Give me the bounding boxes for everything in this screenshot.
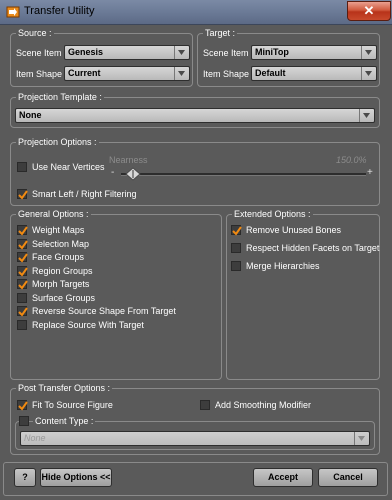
- option-checkbox[interactable]: [231, 225, 242, 236]
- option-checkbox[interactable]: [17, 238, 28, 250]
- option-label: Morph Targets: [32, 279, 90, 289]
- option-label: Selection Map: [32, 238, 90, 249]
- option-checkbox[interactable]: [17, 319, 27, 330]
- nearness-label: Nearness: [109, 155, 148, 165]
- smart-filtering-checkbox[interactable]: [17, 189, 28, 200]
- checkmark-icon: [18, 190, 28, 200]
- nearness-slider-handle[interactable]: [125, 167, 141, 181]
- help-button[interactable]: ?: [14, 468, 36, 487]
- option-label: Remove Unused Bones: [246, 225, 342, 235]
- target-scene-item-select[interactable]: MiniTop: [251, 45, 377, 60]
- close-button[interactable]: ✕: [347, 1, 391, 21]
- post-transfer-options-title: Post Transfer Options :: [16, 383, 113, 394]
- checkmark-icon: [232, 226, 242, 236]
- use-near-vertices-checkbox[interactable]: [17, 162, 27, 172]
- general-options-title: General Options :: [16, 209, 91, 220]
- projection-template-select[interactable]: None: [15, 108, 375, 123]
- nearness-slider-track[interactable]: [121, 173, 366, 176]
- option-checkbox[interactable]: [17, 279, 28, 290]
- option-checkbox[interactable]: [17, 252, 28, 263]
- option-label: Merge Hierarchies: [246, 261, 320, 271]
- option-checkbox[interactable]: [17, 306, 28, 317]
- target-scene-item-value: MiniTop: [255, 47, 289, 57]
- cancel-button[interactable]: Cancel: [318, 468, 378, 487]
- chevron-down-icon: [365, 50, 372, 55]
- option-checkbox[interactable]: [17, 292, 27, 303]
- option-label: Reverse Source Shape From Target: [32, 306, 176, 316]
- nearness-plus: +: [367, 167, 373, 178]
- option-label: Weight Maps: [32, 225, 85, 235]
- use-near-vertices-label: Use Near Vertices: [32, 162, 105, 172]
- projection-template-value: None: [19, 110, 42, 120]
- checkmark-icon: [18, 266, 28, 277]
- target-item-shape-value: Default: [255, 68, 286, 78]
- checkmark-icon: [18, 307, 28, 317]
- option-checkbox[interactable]: [231, 261, 241, 271]
- fit-to-source-checkbox[interactable]: [17, 400, 28, 411]
- transfer-utility-icon: [6, 5, 20, 19]
- checkmark-icon: [18, 226, 28, 236]
- target-group-title: Target :: [203, 28, 238, 39]
- chevron-down-icon: [358, 436, 365, 441]
- content-type-select[interactable]: None: [20, 431, 370, 446]
- option-label: Region Groups: [32, 265, 93, 276]
- chevron-down-icon: [363, 113, 370, 118]
- source-scene-item-select[interactable]: Genesis: [64, 45, 190, 60]
- target-scene-item-label: Scene Item :: [203, 48, 254, 58]
- window-title: Transfer Utility: [24, 5, 95, 17]
- title-bar: Transfer Utility: [0, 0, 392, 25]
- chevron-down-icon: [178, 50, 185, 55]
- projection-options-title: Projection Options :: [16, 137, 99, 148]
- add-smoothing-label: Add Smoothing Modifier: [215, 400, 312, 410]
- accept-button[interactable]: Accept: [253, 468, 313, 487]
- option-label: Replace Source With Target: [32, 319, 144, 330]
- checkmark-icon: [18, 253, 28, 263]
- option-label: Respect Hidden Facets on Target: [246, 243, 380, 253]
- fit-to-source-label: Fit To Source Figure: [32, 400, 113, 410]
- option-checkbox[interactable]: [17, 265, 28, 277]
- source-item-shape-value: Current: [68, 68, 101, 78]
- chevron-down-icon: [365, 71, 372, 76]
- extended-options-group: Extended Options :: [226, 209, 380, 380]
- content-type-checkbox[interactable]: [19, 416, 29, 426]
- smart-filtering-label: Smart Left / Right Filtering: [32, 189, 137, 199]
- option-label: Face Groups: [32, 252, 85, 262]
- checkmark-icon: [18, 280, 28, 290]
- nearness-value: 150.0%: [336, 155, 367, 165]
- checkmark-icon: [18, 401, 28, 411]
- chevron-down-icon: [178, 71, 185, 76]
- help-icon: ?: [22, 472, 28, 482]
- checkmark-icon: [18, 239, 28, 250]
- hide-options-button[interactable]: Hide Options <<: [40, 468, 112, 487]
- source-item-shape-select[interactable]: Current: [64, 66, 190, 81]
- slider-handle-icon: [125, 167, 141, 181]
- projection-template-title: Projection Template :: [16, 92, 104, 103]
- source-scene-item-label: Scene Item :: [16, 48, 67, 58]
- source-item-shape-label: Item Shape :: [16, 69, 68, 79]
- extended-options-title: Extended Options :: [232, 209, 313, 220]
- option-checkbox[interactable]: [17, 225, 28, 236]
- source-group-title: Source :: [16, 28, 54, 39]
- source-scene-item-value: Genesis: [68, 47, 104, 57]
- option-label: Surface Groups: [32, 292, 96, 303]
- option-checkbox[interactable]: [231, 243, 241, 253]
- add-smoothing-checkbox[interactable]: [200, 400, 210, 410]
- nearness-minus: -: [111, 167, 115, 178]
- target-item-shape-select[interactable]: Default: [251, 66, 377, 81]
- close-icon: ✕: [363, 3, 375, 18]
- content-type-value: None: [24, 433, 46, 443]
- content-type-label: Content Type :: [33, 416, 96, 426]
- target-item-shape-label: Item Shape :: [203, 69, 255, 79]
